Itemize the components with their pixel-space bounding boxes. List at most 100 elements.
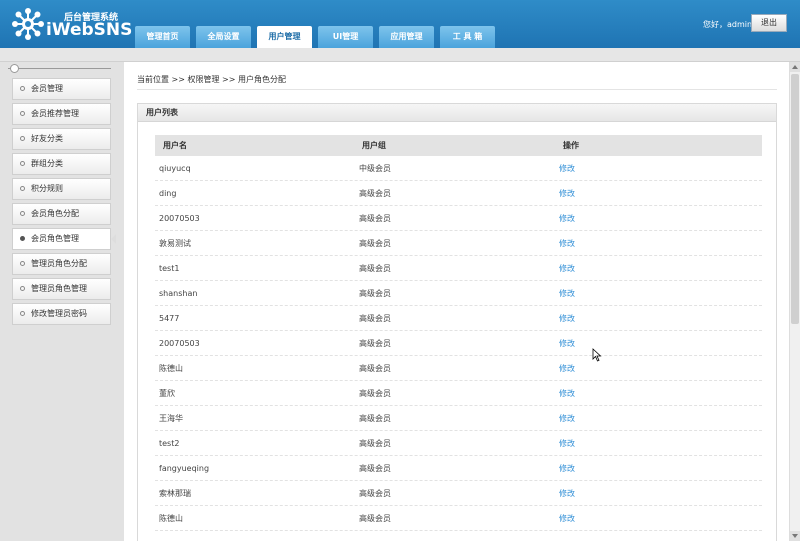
table-row: qiuyucq 中级会员 修改 (155, 156, 762, 181)
edit-link[interactable]: 修改 (559, 206, 575, 231)
table-row: 王海华 高级会员 修改 (155, 406, 762, 431)
main-content: 当前位置 >> 权限管理 >> 用户角色分配 用户列表 用户名 用户组 操作 q… (124, 62, 789, 541)
edit-link[interactable]: 修改 (559, 156, 575, 181)
cell-user-group: 中级会员 (359, 164, 391, 173)
edit-link[interactable]: 修改 (559, 481, 575, 506)
sidebar-item-friend-category[interactable]: 好友分类 (12, 128, 111, 150)
bullet-icon (20, 111, 25, 116)
sidebar-item-label: 管理员角色分配 (31, 259, 87, 268)
table-row: 董欣 高级会员 修改 (155, 381, 762, 406)
cell-username: shanshan (159, 289, 198, 298)
tab-global-settings[interactable]: 全局设置 (196, 26, 251, 48)
cell-user-group: 高级会员 (359, 289, 391, 298)
bullet-icon (20, 261, 25, 266)
sidebar-item-points-rules[interactable]: 积分规则 (12, 178, 111, 200)
table-row: test1 高级会员 修改 (155, 256, 762, 281)
edit-link[interactable]: 修改 (559, 356, 575, 381)
active-arrow-icon (111, 234, 116, 244)
cell-user-group: 高级会员 (359, 339, 391, 348)
cell-username: test2 (159, 439, 180, 448)
tab-toolbox[interactable]: 工 具 箱 (440, 26, 495, 48)
cell-user-group: 高级会员 (359, 389, 391, 398)
logo: 后台管理系统 iWebSNS (12, 8, 132, 44)
sidebar: 会员管理 会员推荐管理 好友分类 群组分类 积分规则 会员角色分配 会员角色管理… (0, 62, 124, 541)
tab-app-management[interactable]: 应用管理 (379, 26, 434, 48)
edit-link[interactable]: 修改 (559, 331, 575, 356)
sidebar-item-member-role-management[interactable]: 会员角色管理 (12, 228, 116, 250)
table-row: ding 高级会员 修改 (155, 181, 762, 206)
cell-username: 20070503 (159, 339, 200, 348)
sidebar-item-label: 管理员角色管理 (31, 284, 87, 293)
brand-name: iWebSNS (46, 20, 133, 40)
table-row: 20070503 高级会员 修改 (155, 206, 762, 231)
table-row: 陈德山 高级会员 修改 (155, 356, 762, 381)
cell-username: 索林那瑞 (159, 489, 191, 498)
column-header-action: 操作 (563, 141, 579, 150)
cell-user-group: 高级会员 (359, 414, 391, 423)
scroll-thumb[interactable] (791, 74, 799, 324)
sidebar-item-change-admin-password[interactable]: 修改管理员密码 (12, 303, 111, 325)
table-row: test2 高级会员 修改 (155, 431, 762, 456)
tab-admin-home[interactable]: 管理首页 (135, 26, 190, 48)
header-subbar (0, 48, 800, 62)
sidebar-item-admin-role-management[interactable]: 管理员角色管理 (12, 278, 111, 300)
sidebar-item-label: 积分规则 (31, 184, 63, 193)
cell-username: 敦易测试 (159, 239, 191, 248)
table-row: fangyueqing 高级会员 修改 (155, 456, 762, 481)
column-header-user-group: 用户组 (362, 141, 386, 150)
sidebar-item-label: 会员推荐管理 (31, 109, 79, 118)
bullet-icon (20, 286, 25, 291)
sidebar-collapse-handle[interactable] (8, 64, 111, 73)
edit-link[interactable]: 修改 (559, 231, 575, 256)
panel-title: 用户列表 (138, 104, 776, 122)
cell-username: 董欣 (159, 389, 175, 398)
tab-ui-management[interactable]: UI管理 (318, 26, 373, 48)
sidebar-item-member-management[interactable]: 会员管理 (12, 78, 111, 100)
tab-user-management[interactable]: 用户管理 (257, 26, 312, 49)
edit-link[interactable]: 修改 (559, 306, 575, 331)
edit-link[interactable]: 修改 (559, 406, 575, 431)
sidebar-item-member-role-assign[interactable]: 会员角色分配 (12, 203, 111, 225)
breadcrumb: 当前位置 >> 权限管理 >> 用户角色分配 (137, 75, 286, 84)
sidebar-item-admin-role-assign[interactable]: 管理员角色分配 (12, 253, 111, 275)
cell-user-group: 高级会员 (359, 439, 391, 448)
mouse-cursor-icon (592, 348, 602, 362)
bullet-icon (20, 236, 25, 241)
logo-icon (12, 8, 44, 40)
edit-link[interactable]: 修改 (559, 381, 575, 406)
edit-link[interactable]: 修改 (559, 506, 575, 531)
cell-user-group: 高级会员 (359, 314, 391, 323)
cell-username: 陈德山 (159, 514, 183, 523)
handle-line (8, 68, 111, 69)
cell-username: 陈德山 (159, 364, 183, 373)
handle-knob-icon (10, 64, 19, 73)
edit-link[interactable]: 修改 (559, 431, 575, 456)
edit-link[interactable]: 修改 (559, 256, 575, 281)
column-header-username: 用户名 (163, 141, 187, 150)
cell-username: fangyueqing (159, 464, 210, 473)
sidebar-item-group-category[interactable]: 群组分类 (12, 153, 111, 175)
table-row: shanshan 高级会员 修改 (155, 281, 762, 306)
sidebar-item-label: 会员角色管理 (31, 234, 79, 243)
cell-user-group: 高级会员 (359, 264, 391, 273)
logout-button[interactable]: 退出 (751, 14, 787, 32)
scroll-up-icon[interactable] (790, 62, 800, 72)
table-row: 敦易测试 高级会员 修改 (155, 231, 762, 256)
table-row: 陈德山 高级会员 修改 (155, 506, 762, 531)
cell-user-group: 高级会员 (359, 239, 391, 248)
edit-link[interactable]: 修改 (559, 456, 575, 481)
bullet-icon (20, 186, 25, 191)
cell-username: 王海华 (159, 414, 183, 423)
cell-username: 20070503 (159, 214, 200, 223)
top-header: 后台管理系统 iWebSNS 管理首页 全局设置 用户管理 UI管理 应用管理 … (0, 0, 800, 49)
edit-link[interactable]: 修改 (559, 281, 575, 306)
page-scrollbar[interactable] (789, 62, 800, 541)
cell-username: test1 (159, 264, 180, 273)
scroll-down-icon[interactable] (790, 531, 800, 541)
table-header: 用户名 用户组 操作 (155, 135, 762, 156)
cell-user-group: 高级会员 (359, 214, 391, 223)
bullet-icon (20, 136, 25, 141)
edit-link[interactable]: 修改 (559, 181, 575, 206)
sidebar-item-member-recommend[interactable]: 会员推荐管理 (12, 103, 111, 125)
bullet-icon (20, 311, 25, 316)
